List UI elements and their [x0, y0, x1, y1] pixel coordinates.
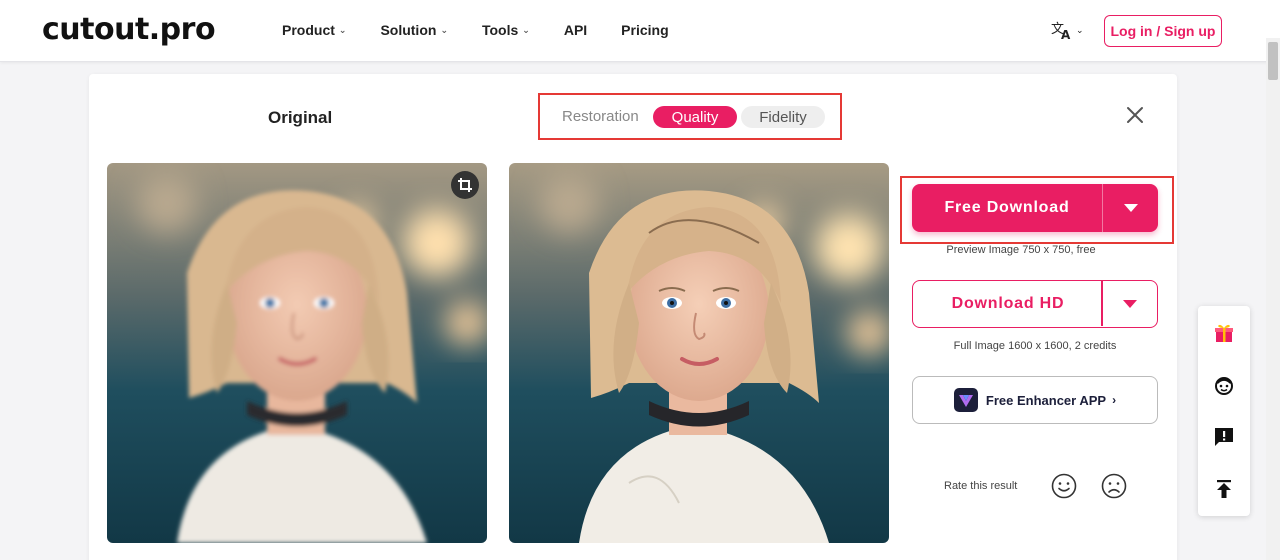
crop-button[interactable]: [451, 171, 479, 199]
original-photo: [107, 163, 487, 543]
chevron-down-icon: ⌄: [338, 24, 347, 35]
nav-product-label: Product: [282, 22, 335, 38]
chevron-down-icon: ⌄: [522, 24, 530, 35]
download-hd-label: Download HD: [951, 294, 1065, 312]
smile-face-icon[interactable]: [1051, 473, 1077, 499]
support-agent-icon: [1215, 377, 1233, 395]
free-enhancer-app-button[interactable]: Free Enhancer APP ›: [912, 376, 1158, 424]
chevron-down-icon: ⌄: [1076, 24, 1084, 35]
chevron-right-icon: ›: [1112, 393, 1117, 407]
frown-face-icon[interactable]: [1101, 473, 1127, 499]
support-button[interactable]: [1211, 372, 1237, 398]
enhancer-app-label: Free Enhancer APP: [985, 392, 1107, 408]
svg-text:A: A: [1061, 28, 1071, 40]
download-hd-note: Full Image 1600 x 1600, 2 credits: [953, 340, 1117, 352]
scrollbar-thumb[interactable]: [1268, 42, 1278, 80]
crop-icon: [458, 178, 472, 192]
free-download-label: Free Download: [944, 199, 1070, 216]
caret-down-icon: [1123, 204, 1138, 212]
nav-product[interactable]: Product ⌄: [282, 22, 346, 38]
enhanced-photo: [509, 163, 889, 543]
download-hd-options[interactable]: [1103, 281, 1157, 326]
back-to-top-icon: [1217, 480, 1231, 498]
enhancer-app-icon: [953, 388, 978, 412]
language-switcher[interactable]: 文 A ⌄: [1051, 20, 1084, 40]
page-scrollbar[interactable]: [1266, 38, 1280, 560]
rate-result-label: Rate this result: [944, 480, 1018, 492]
nav-tools[interactable]: Tools ⌄: [482, 22, 530, 38]
mode-quality-toggle[interactable]: Quality: [653, 106, 737, 128]
back-to-top-button[interactable]: [1211, 476, 1237, 502]
nav-pricing-label: Pricing: [621, 22, 669, 38]
original-label: Original: [268, 108, 333, 127]
feedback-button[interactable]: [1211, 424, 1237, 450]
girl-portrait-original-image: [107, 163, 487, 543]
main-nav: Product ⌄ Solution ⌄ Tools ⌄ API Pricing: [282, 22, 703, 38]
download-hd-button[interactable]: Download HD: [912, 280, 1158, 328]
floating-toolbar: [1198, 306, 1250, 516]
nav-api-label: API: [563, 22, 588, 38]
nav-pricing[interactable]: Pricing: [621, 22, 668, 38]
gift-button[interactable]: [1211, 320, 1237, 346]
nav-solution[interactable]: Solution ⌄: [380, 22, 448, 38]
free-download-note: Preview Image 750 x 750, free: [946, 244, 1096, 256]
caret-down-icon: [1123, 299, 1137, 308]
close-icon[interactable]: [1124, 104, 1146, 126]
translate-icon: 文 A: [1051, 22, 1071, 40]
top-header: cutout.pro Product ⌄ Solution ⌄ Tools ⌄ API…: [0, 0, 1280, 62]
nav-api[interactable]: API: [564, 22, 587, 38]
nav-solution-label: Solution: [380, 22, 437, 38]
free-download-button[interactable]: Free Download: [912, 184, 1158, 232]
cutout-logo[interactable]: cutout.pro: [42, 12, 216, 47]
chevron-down-icon: ⌄: [440, 24, 448, 35]
mode-fidelity-toggle[interactable]: Fidelity: [741, 106, 825, 128]
feedback-icon: [1215, 428, 1233, 446]
gift-icon: [1215, 324, 1233, 342]
girl-portrait-enhanced-image: [509, 163, 889, 543]
free-download-options[interactable]: [1103, 184, 1158, 232]
nav-tools-label: Tools: [481, 22, 519, 38]
login-signup-button[interactable]: Log in / Sign up: [1104, 15, 1222, 47]
restoration-label: Restoration: [562, 108, 639, 125]
